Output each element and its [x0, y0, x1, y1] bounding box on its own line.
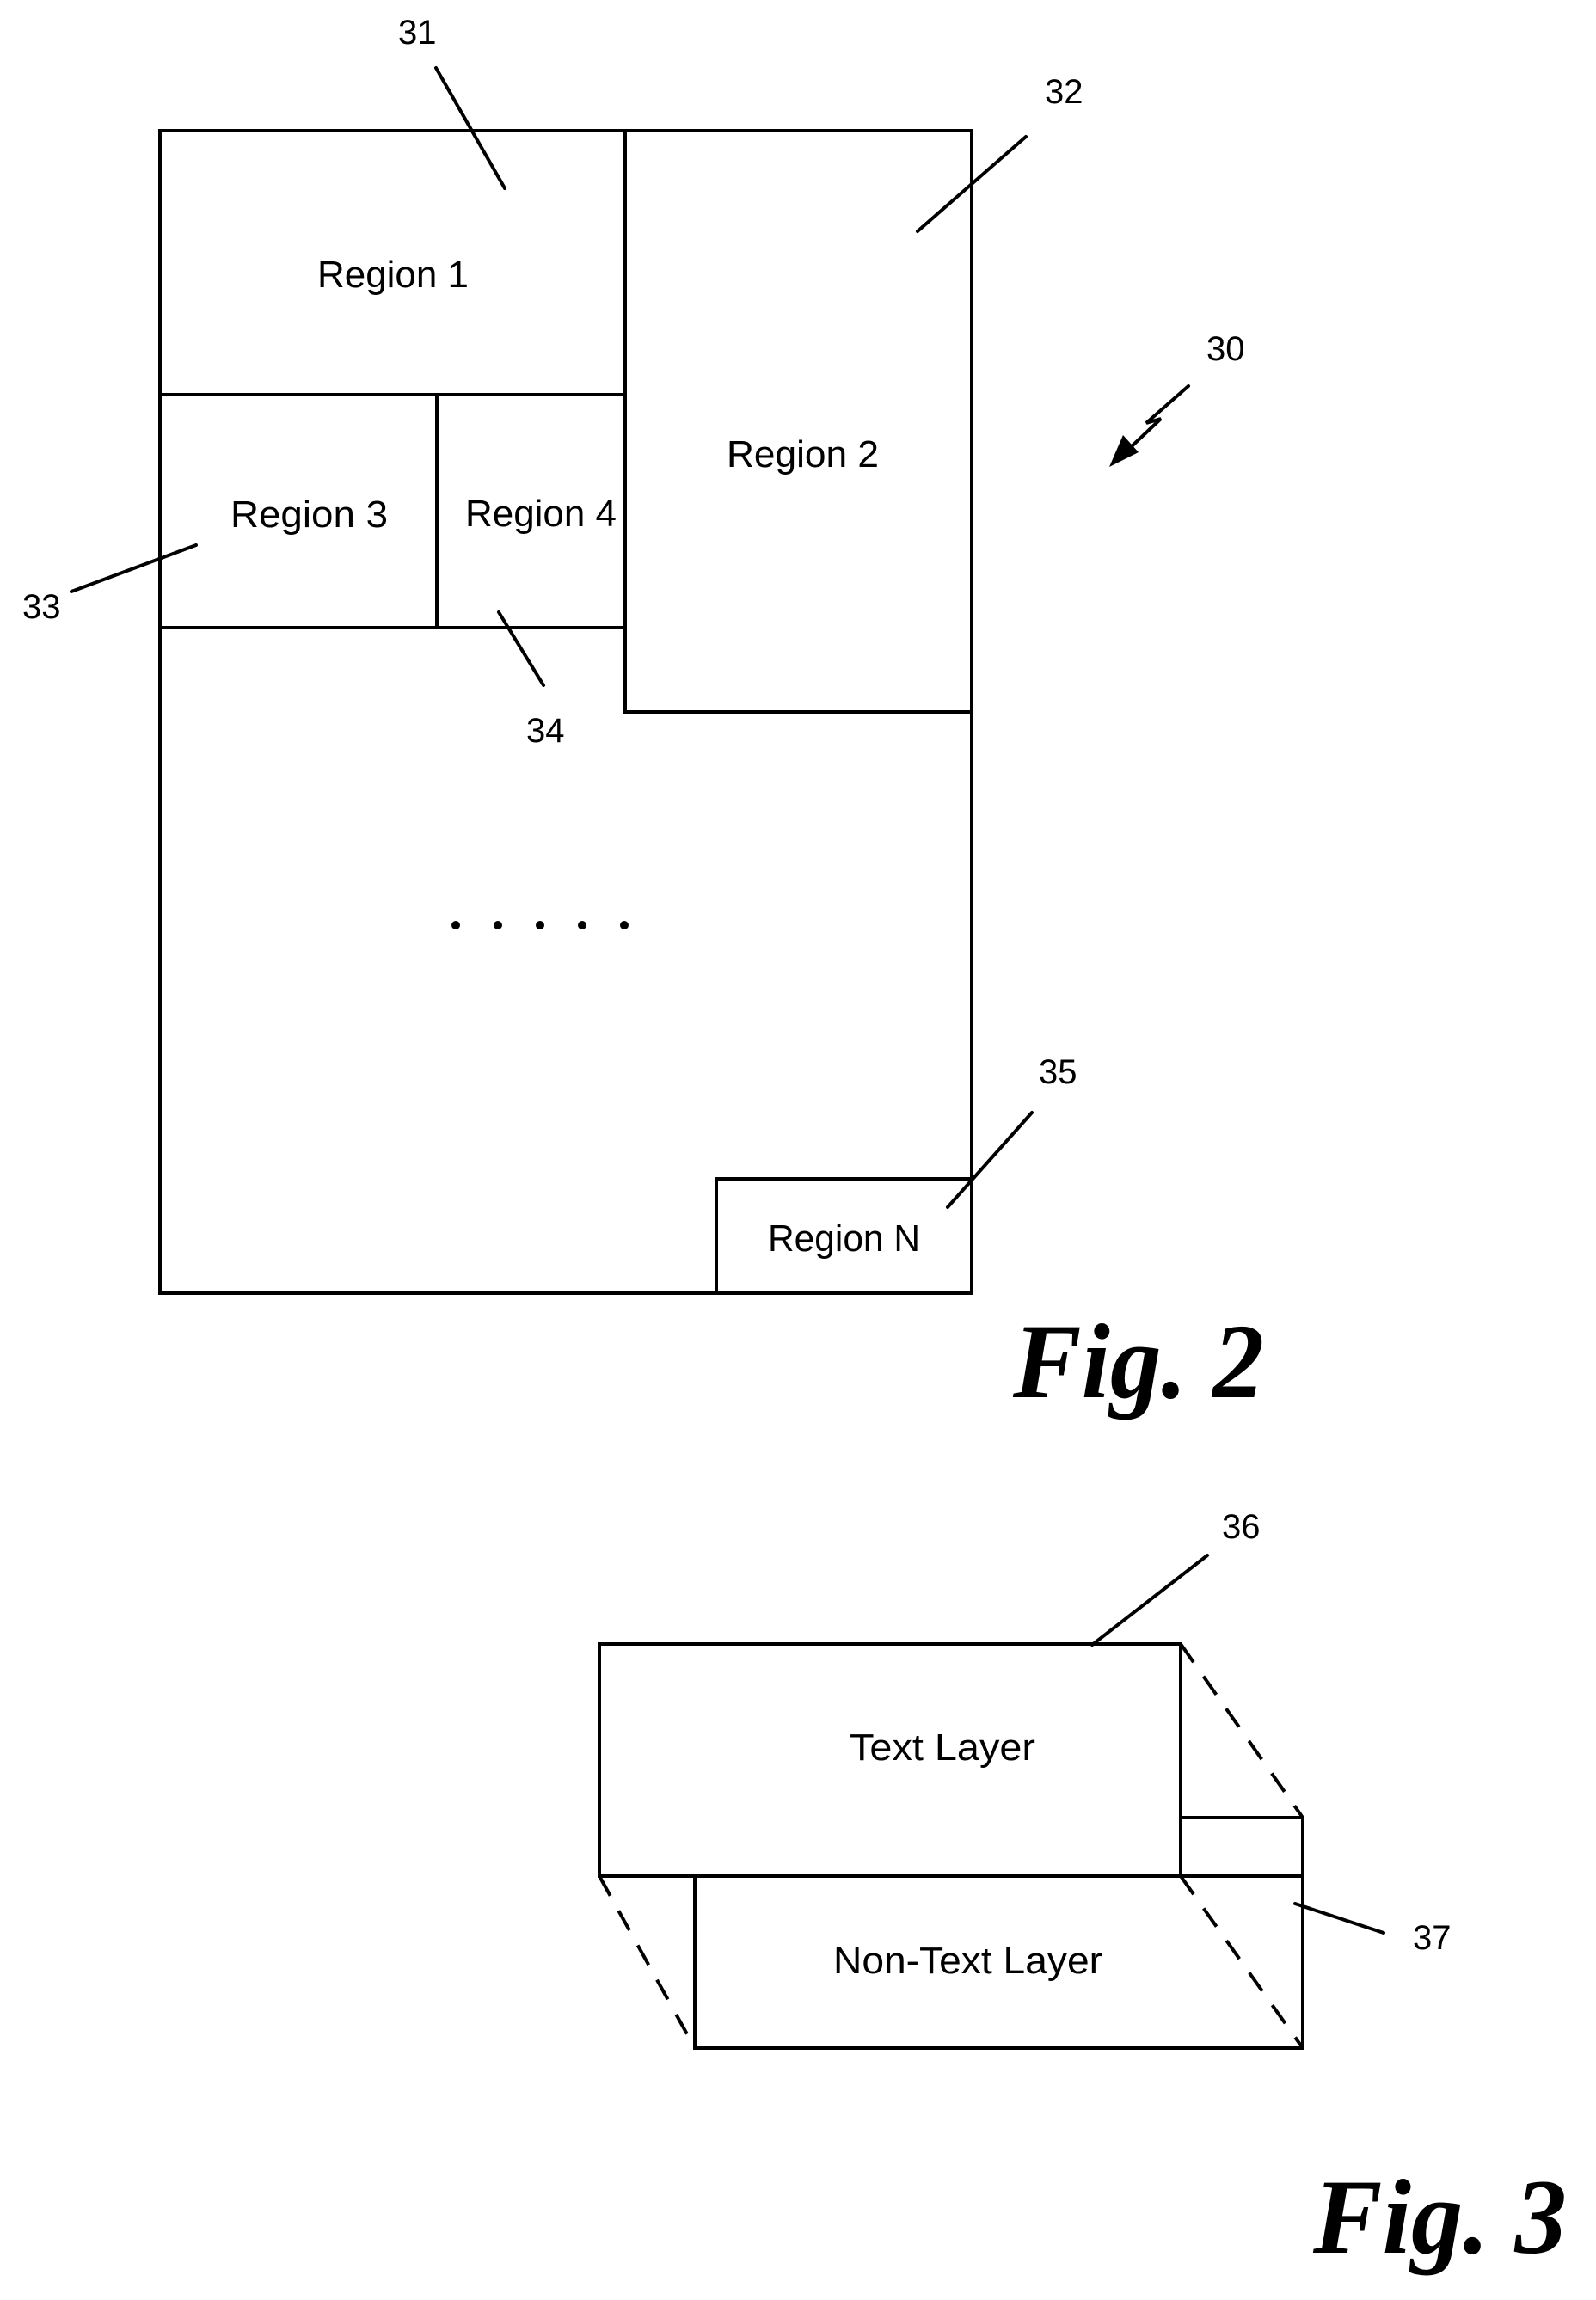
region-2-box [623, 129, 973, 714]
non-text-layer-top-edge [1181, 1816, 1304, 1876]
patent-figure-sheet: Region 1 Region 2 Region 3 Region 4 Regi… [22, 14, 1567, 2276]
region-1-label: Region 1 [317, 254, 469, 296]
ref-37: 37 [1413, 1919, 1452, 1957]
ref-35: 35 [1039, 1053, 1077, 1091]
projection-line [598, 1875, 697, 2049]
ref-36: 36 [1222, 1508, 1261, 1546]
ellipsis-dot [620, 921, 629, 929]
ref-32: 32 [1045, 73, 1083, 111]
ellipsis-dots [451, 921, 629, 929]
non-text-layer-label: Non-Text Layer [833, 1940, 1102, 1982]
leader-line-34 [497, 610, 545, 687]
ellipsis-dot [536, 921, 544, 929]
ellipsis-dot [494, 921, 502, 929]
ref-33: 33 [22, 588, 61, 626]
projection-line [1179, 1642, 1304, 1819]
leader-line-36 [1090, 1554, 1209, 1647]
ref-31: 31 [398, 14, 437, 52]
region-n-label: Region N [768, 1217, 920, 1260]
figure-2: Region 1 Region 2 Region 3 Region 4 Regi… [22, 14, 1264, 1420]
region-3-label: Region 3 [230, 494, 388, 536]
figure-3-caption: Fig. 3 [1312, 2158, 1567, 2276]
leader-line-35 [946, 1111, 1034, 1209]
ref-34: 34 [526, 712, 565, 750]
text-layer-label: Text Layer [850, 1727, 1035, 1769]
ellipsis-dot [451, 921, 460, 929]
leader-line-33 [70, 543, 198, 593]
leader-line-37 [1293, 1902, 1385, 1935]
zigzag-arrow-icon [1109, 384, 1190, 467]
leader-line-31 [434, 66, 506, 190]
projection-line [1179, 1874, 1304, 2050]
non-text-layer [693, 1816, 1304, 2050]
ref-30: 30 [1206, 330, 1245, 368]
region-4-label: Region 4 [465, 493, 617, 535]
region-2-label: Region 2 [727, 433, 879, 475]
figure-3: Text Layer Non-Text Layer 36 37 Fig. 3 [598, 1508, 1567, 2276]
ellipsis-dot [578, 921, 586, 929]
figure-2-caption: Fig. 2 [1012, 1303, 1264, 1420]
